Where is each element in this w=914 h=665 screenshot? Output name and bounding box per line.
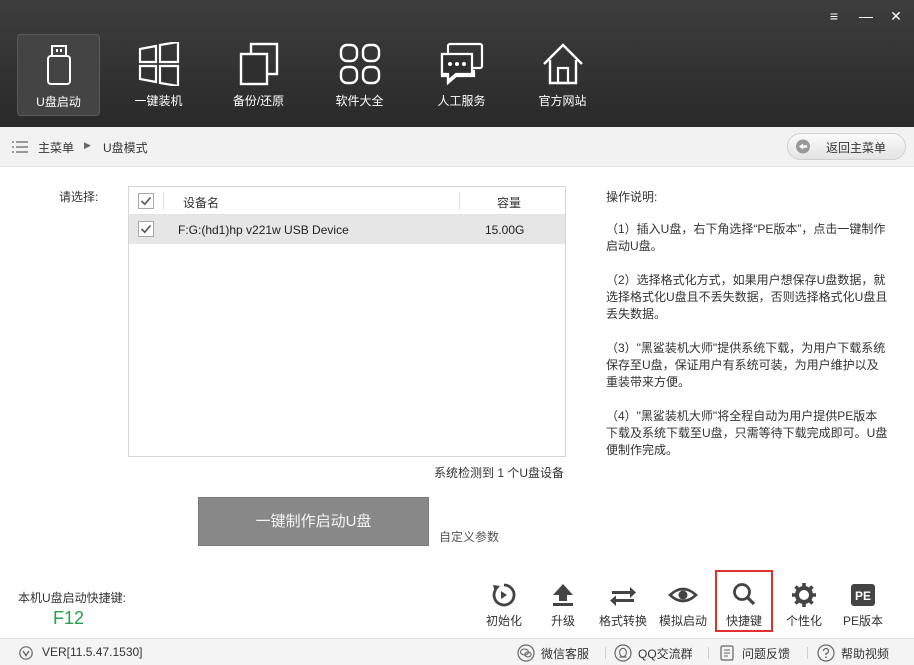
tool-label: 格式转换: [598, 614, 647, 628]
windows-icon: [138, 42, 179, 86]
list-icon: [12, 141, 28, 153]
select-all-checkbox[interactable]: [138, 193, 154, 209]
nav-label: U盘启动: [36, 95, 81, 109]
device-detect-status: 系统检测到 1 个U盘设备: [434, 466, 565, 480]
tool-label: 个性化: [785, 614, 822, 628]
table-header: 设备名 容量: [129, 187, 565, 215]
tool-label: 模拟启动: [658, 614, 707, 628]
nav-backup-restore[interactable]: 备份/还原: [217, 34, 300, 116]
column-header-device-name: 设备名: [183, 196, 220, 210]
row-checkbox[interactable]: [138, 221, 154, 237]
nav-label: 一键装机: [134, 94, 183, 108]
backup-icon: [239, 42, 278, 86]
tool-label: 初始化: [485, 614, 522, 628]
status-label: 微信客服: [541, 647, 590, 661]
column-header-capacity: 容量: [497, 196, 522, 210]
status-label: 问题反馈: [742, 647, 791, 661]
close-icon[interactable]: ✕: [884, 6, 908, 26]
home-icon: [542, 43, 583, 85]
instruction-step-4: （4）"黑鲨装机大师"将全程自动为用户提供PE版本下载及系统下载至U盘，只需等待…: [606, 409, 888, 457]
convert-icon: [610, 587, 636, 606]
tool-pe-version[interactable]: PE PE版本: [833, 582, 893, 632]
breadcrumb-home[interactable]: 主菜单: [38, 139, 74, 156]
status-label: 帮助视频: [841, 647, 890, 661]
device-capacity-cell: 15.00G: [485, 223, 525, 237]
eye-icon: [668, 587, 698, 603]
instruction-step-1: （1）插入U盘，右下角选择“PE版本”，点击一键制作启动U盘。: [606, 222, 886, 253]
tool-initialize[interactable]: 初始化: [474, 582, 534, 632]
pe-icon: PE: [851, 584, 875, 606]
tool-hotkey[interactable]: 快捷键: [715, 570, 773, 632]
nav-label: 官方网站: [538, 94, 587, 108]
top-navigation-bar: ≡ — ✕ U盘启动 一键装机 备份/还原 软件大全 人工服务 官方网站: [0, 0, 914, 127]
custom-params-link[interactable]: 自定义参数: [439, 528, 499, 545]
instruction-step-3: （3）"黑鲨装机大师"提供系统下载，为用户下载系统保存至U盘，保证用户有系统可装…: [606, 341, 886, 389]
back-to-main-menu-button[interactable]: 返回主菜单: [787, 133, 906, 160]
upload-arrow-icon: [553, 584, 573, 606]
nav-label: 人工服务: [437, 94, 486, 108]
qq-icon: [614, 644, 632, 662]
nav-software[interactable]: 软件大全: [318, 34, 401, 116]
breadcrumb: 主菜单 ▶ U盘模式: [0, 127, 914, 167]
tool-label: 快捷键: [725, 614, 762, 628]
nav-usb-boot[interactable]: U盘启动: [17, 34, 100, 116]
tool-format-convert[interactable]: 格式转换: [593, 582, 653, 632]
select-label: 请选择:: [59, 190, 99, 204]
nav-manual-service[interactable]: 人工服务: [420, 34, 503, 116]
tool-upgrade[interactable]: 升级: [533, 582, 593, 632]
device-name-cell: F:G:(hd1)hp v221w USB Device: [178, 223, 349, 237]
nav-label: 软件大全: [335, 94, 384, 108]
tool-personalize[interactable]: 个性化: [774, 582, 834, 632]
wechat-icon: [517, 644, 535, 662]
tool-simulate-boot[interactable]: 模拟启动: [653, 582, 713, 632]
chevron-right-icon: ▶: [84, 140, 91, 150]
gear-icon: [792, 583, 816, 607]
feedback-icon: [720, 645, 734, 661]
status-bar: VER[11.5.47.1530] 微信客服 QQ交流群 问题反馈 帮助视频: [0, 638, 914, 665]
nav-official-site[interactable]: 官方网站: [521, 34, 604, 116]
reset-icon: [492, 583, 516, 607]
usb-icon: [46, 45, 71, 85]
tool-label: PE版本: [842, 614, 883, 628]
hotkey-label: 本机U盘启动快捷键:: [18, 591, 127, 605]
search-icon: [733, 583, 756, 606]
svg-text:PE: PE: [855, 589, 871, 603]
nav-one-click-install[interactable]: 一键装机: [117, 34, 200, 116]
back-arrow-icon: [796, 139, 810, 154]
tool-label: 升级: [550, 614, 575, 628]
checkmark-icon: [140, 224, 152, 234]
device-table: 设备名 容量 F:G:(hd1)hp v221w USB Device 15.0…: [128, 186, 566, 457]
back-button-label: 返回主菜单: [826, 141, 887, 155]
table-row[interactable]: F:G:(hd1)hp v221w USB Device 15.00G: [129, 215, 565, 244]
breadcrumb-current: U盘模式: [103, 141, 148, 155]
nav-label: 备份/还原: [232, 94, 285, 108]
menu-icon[interactable]: ≡: [822, 6, 846, 26]
status-label: QQ交流群: [638, 647, 693, 661]
help-icon: [817, 644, 835, 662]
make-bootable-usb-button[interactable]: 一键制作启动U盘: [198, 497, 429, 546]
instruction-step-2: （2）选择格式化方式，如果用户想保存U盘数据，就选择格式化U盘且不丢失数据，否则…: [606, 273, 888, 321]
instructions-title: 操作说明:: [606, 190, 658, 204]
chat-icon: [440, 42, 483, 86]
version-text: VER[11.5.47.1530]: [42, 645, 143, 659]
checkmark-icon: [140, 196, 152, 206]
version-icon: [19, 646, 33, 660]
hotkey-value: F12: [53, 608, 85, 628]
apps-grid-icon: [339, 43, 380, 85]
minimize-icon[interactable]: —: [854, 6, 878, 26]
